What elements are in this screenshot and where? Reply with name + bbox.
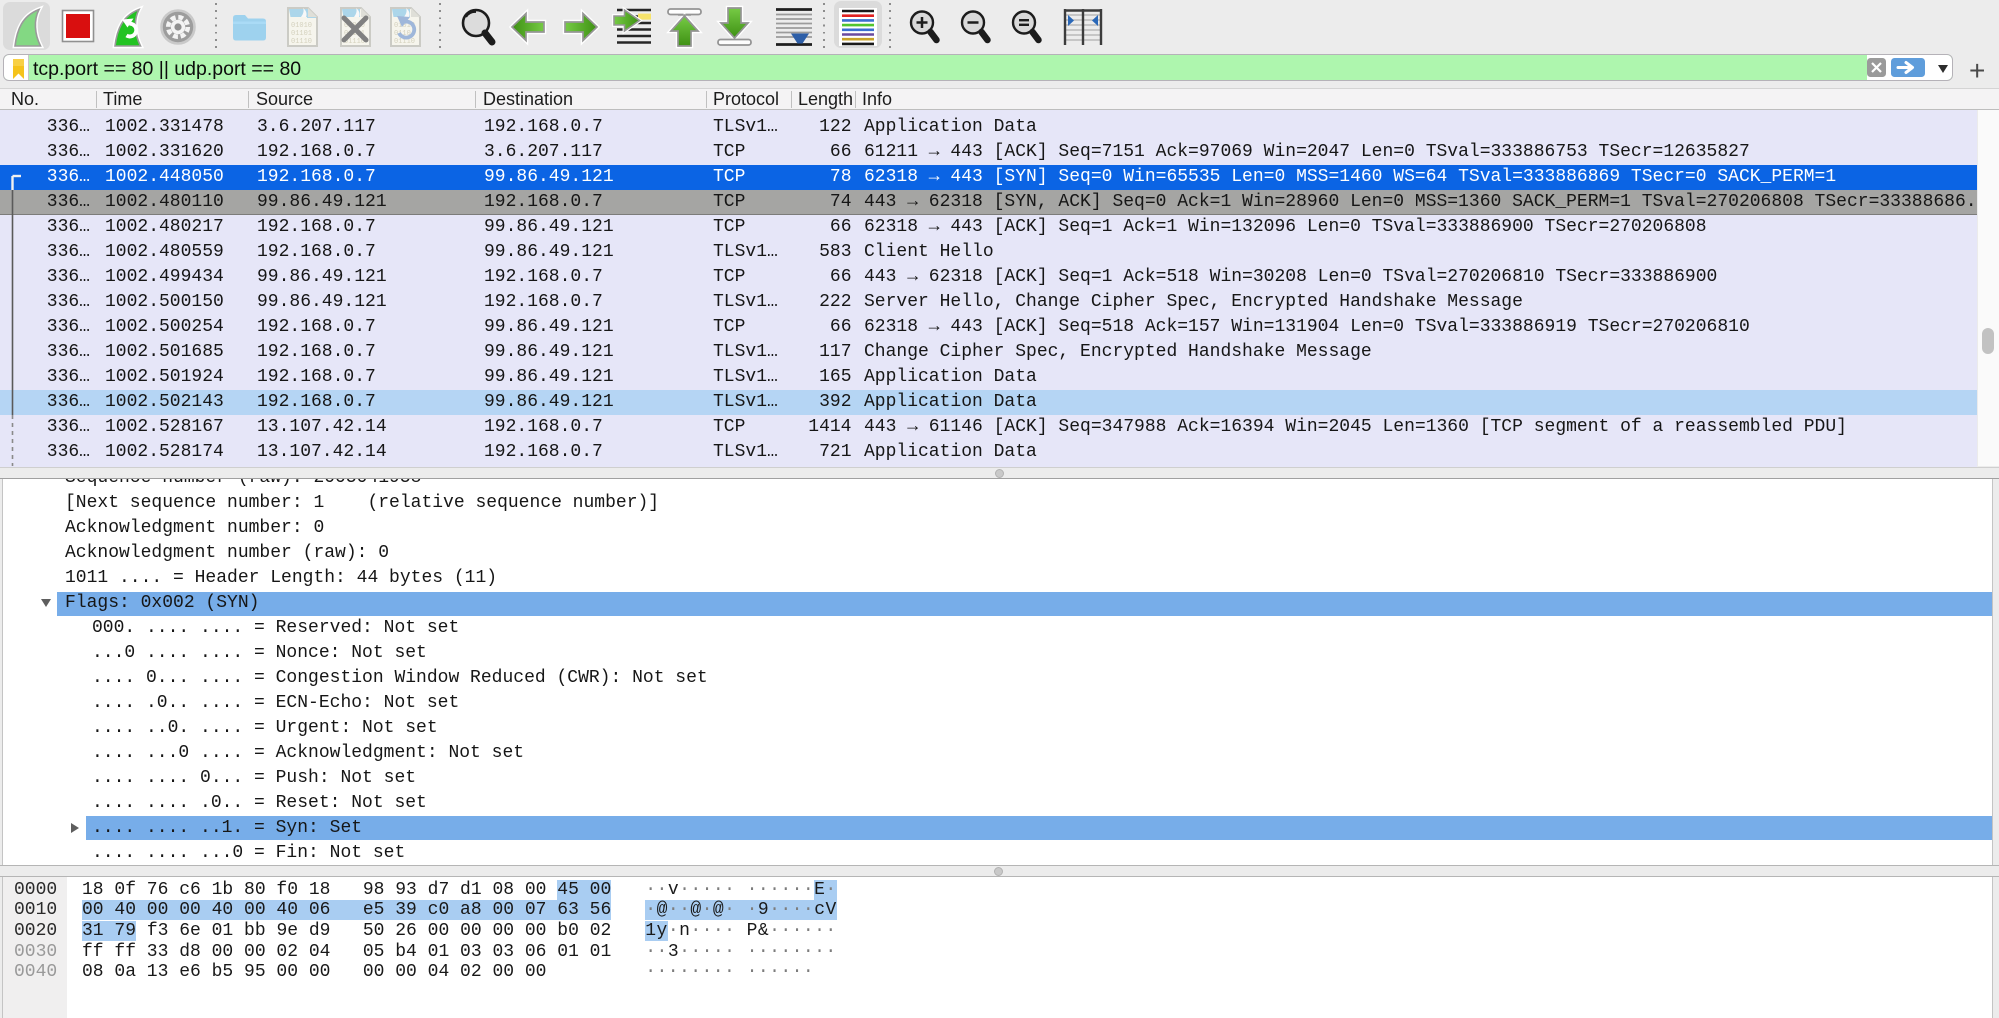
svg-text:01110: 01110 — [291, 38, 312, 46]
svg-text:01101: 01101 — [291, 30, 312, 38]
svg-text:01010: 01010 — [291, 22, 312, 30]
